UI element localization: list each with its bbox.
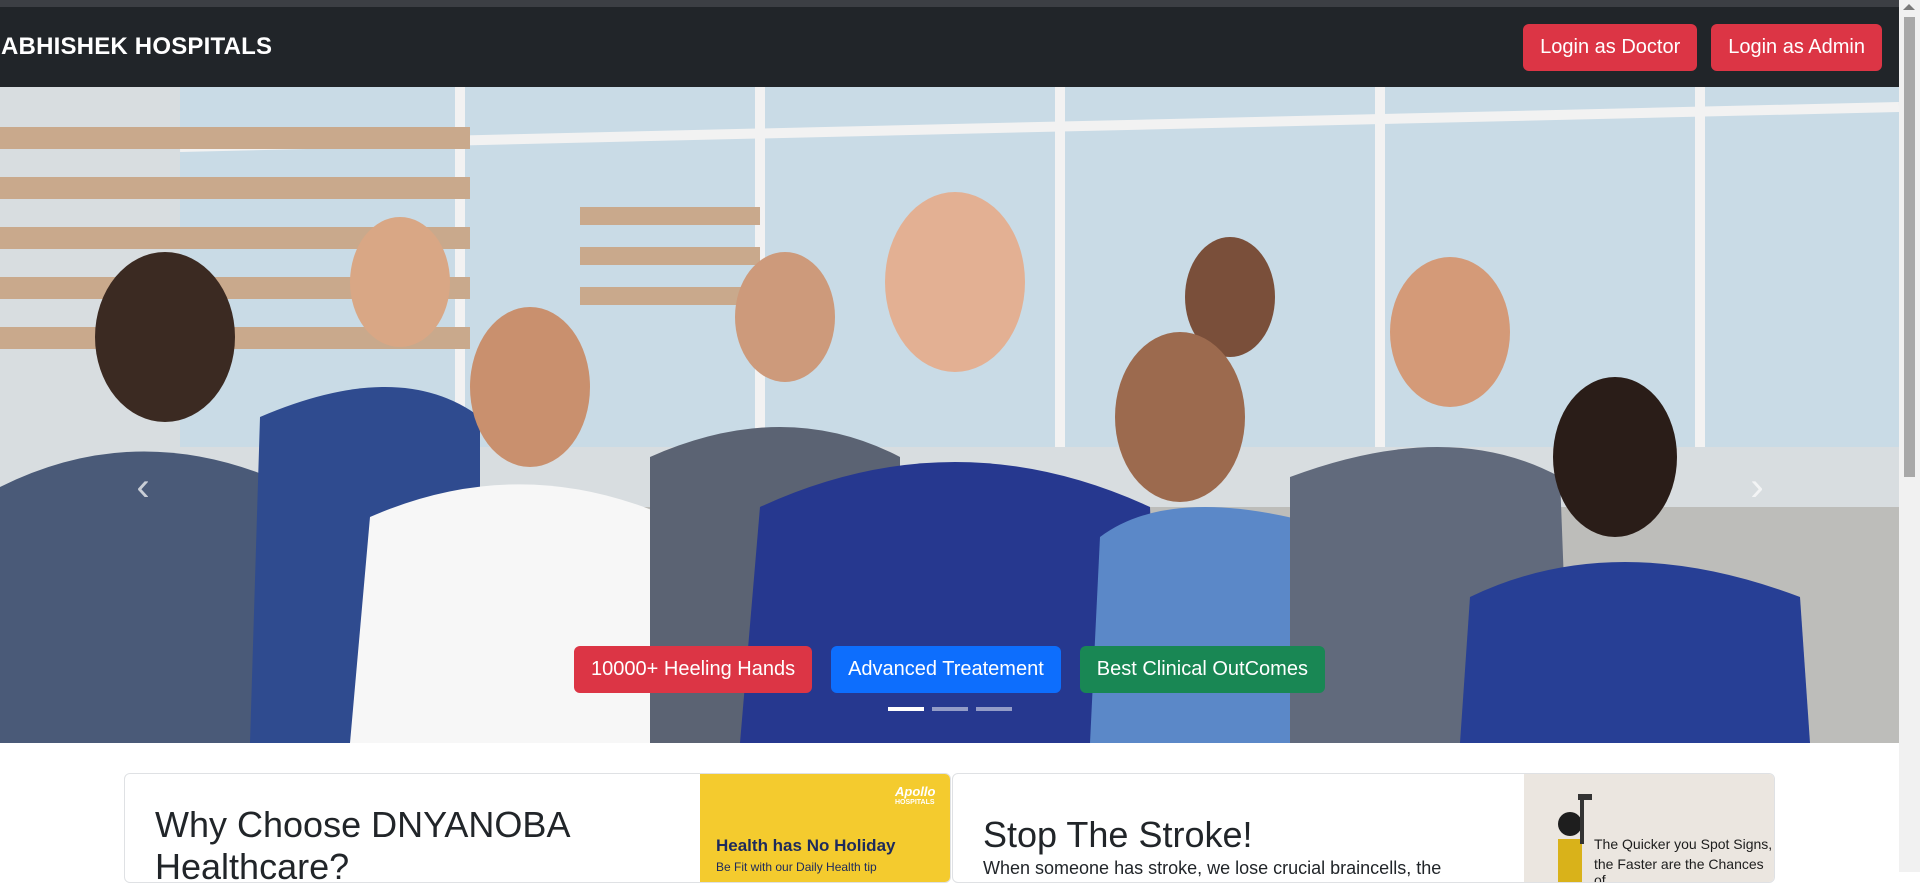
carousel-next-control[interactable]: › (1742, 467, 1772, 507)
scrollbar-thumb[interactable] (1904, 17, 1915, 477)
carousel-caption: 10000+ Heeling Hands Advanced Treatement… (0, 646, 1899, 693)
clinical-outcomes-button[interactable]: Best Clinical OutComes (1079, 646, 1325, 693)
browser-top-strip (0, 0, 1920, 7)
advanced-treatment-button[interactable]: Advanced Treatement (831, 646, 1061, 693)
brand-logo-text[interactable]: ABHISHEK HOSPITALS (0, 33, 272, 61)
carousel-prev-control[interactable]: ‹ (128, 467, 158, 507)
login-as-doctor-button[interactable]: Login as Doctor (1523, 23, 1698, 71)
stroke-awareness-image: The Quicker you Spot Signs, the Faster a… (1524, 774, 1774, 883)
scroll-up-arrow-icon[interactable] (1903, 4, 1915, 10)
carousel-indicator-1[interactable] (887, 707, 924, 711)
hero-photo-doctors (0, 87, 1899, 743)
why-choose-card: Why Choose DNYANOBA Healthcare? Apollo H… (124, 773, 951, 883)
carousel-indicator-2[interactable] (931, 707, 968, 711)
nav-actions: Login as Doctor Login as Admin (1523, 23, 1899, 71)
apollo-logo-subtext: HOSPITALS (895, 799, 935, 806)
stop-the-stroke-card: Stop The Stroke! When someone has stroke… (952, 773, 1775, 883)
hero-carousel: ‹ › 10000+ Heeling Hands Advanced Treate… (0, 87, 1899, 743)
card-text: When someone has stroke, we lose crucial… (983, 858, 1442, 878)
image-line-1: The Quicker you Spot Signs, (1594, 836, 1773, 852)
navbar: ABHISHEK HOSPITALS Login as Doctor Login… (0, 7, 1899, 87)
person-silhouette-icon (1558, 794, 1592, 882)
login-as-admin-button[interactable]: Login as Admin (1711, 23, 1882, 71)
carousel-indicator-3[interactable] (975, 707, 1012, 711)
health-tip-image: Apollo HOSPITALS Health has No Holiday B… (700, 774, 950, 882)
card-body: Why Choose DNYANOBA Healthcare? (125, 774, 700, 882)
image-headline: Health has No Holiday (716, 836, 896, 855)
card-title: Why Choose DNYANOBA Healthcare? (155, 804, 569, 883)
healing-hands-button[interactable]: 10000+ Heeling Hands (574, 646, 813, 693)
carousel-indicators (0, 707, 1899, 711)
card-body: Stop The Stroke! When someone has stroke… (953, 774, 1524, 882)
card-title: Stop The Stroke! (983, 814, 1253, 855)
image-line-2: the Faster are the Chances of (1594, 856, 1764, 883)
apollo-logo-text: Apollo (895, 784, 936, 799)
